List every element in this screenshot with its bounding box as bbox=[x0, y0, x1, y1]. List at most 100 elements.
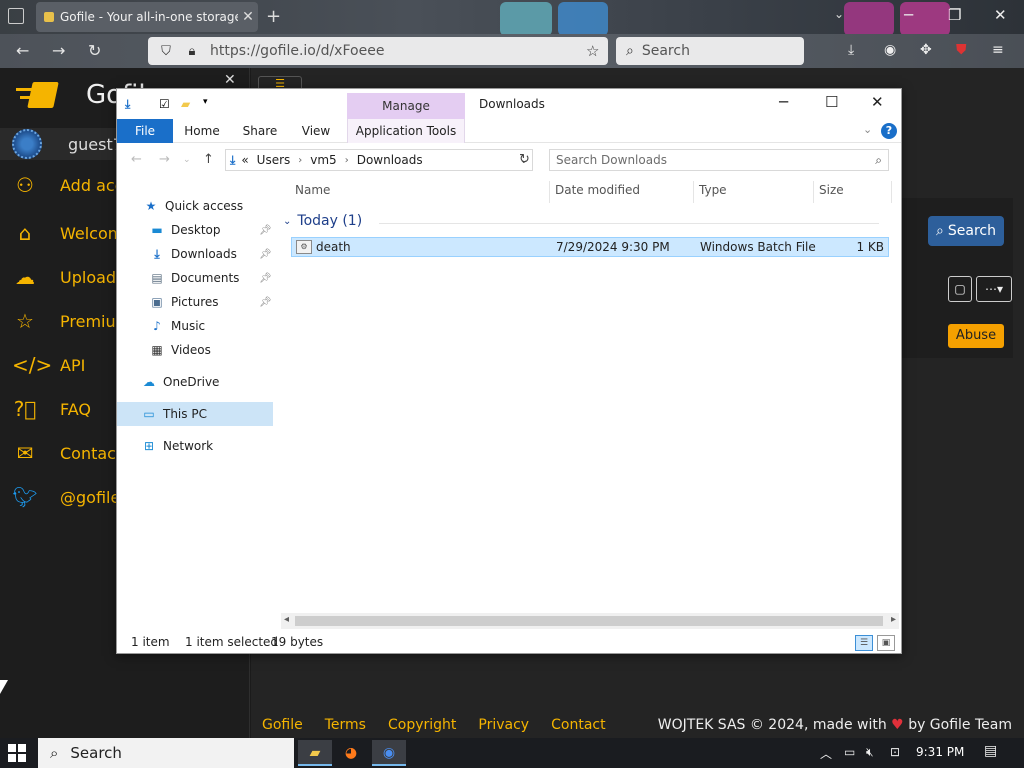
nav-item-documents[interactable]: ▤ Documents 📌︎ bbox=[149, 266, 275, 290]
file-group-today[interactable]: ⌄ Today (1) bbox=[283, 213, 879, 229]
manage-tab[interactable]: Manage bbox=[347, 93, 465, 119]
sidebar-item-faq[interactable]: ?⃝ FAQ bbox=[12, 396, 91, 422]
tab-share[interactable]: Share bbox=[237, 119, 283, 143]
url-text[interactable]: https://gofile.io/d/xFoeee bbox=[210, 43, 586, 59]
pin-icon[interactable]: 📌︎ bbox=[259, 225, 272, 236]
sidebar-item-welcome[interactable]: ⌂ Welcom bbox=[12, 220, 124, 246]
column-divider[interactable] bbox=[693, 181, 694, 203]
tab-view[interactable]: View bbox=[295, 119, 337, 143]
tray-chevron-up-icon[interactable]: ︿ bbox=[820, 745, 832, 762]
pin-icon[interactable]: 📌︎ bbox=[259, 273, 272, 284]
pin-icon[interactable]: 📌︎ bbox=[259, 297, 272, 308]
close-window-button[interactable]: ✕ bbox=[994, 6, 1007, 24]
hamburger-menu-icon[interactable]: ≡ bbox=[992, 42, 1004, 58]
recent-locations-chevron-icon[interactable]: ⌄ bbox=[183, 155, 191, 165]
footer-link-copyright[interactable]: Copyright bbox=[388, 717, 456, 733]
footer-link-gofile[interactable]: Gofile bbox=[262, 717, 303, 733]
properties-checkbox-icon[interactable]: ☑ bbox=[159, 97, 170, 111]
breadcrumb-downloads[interactable]: Downloads bbox=[357, 153, 423, 167]
nav-item-music[interactable]: ♪ Music bbox=[149, 314, 205, 338]
nav-item-quick-access[interactable]: ★ Quick access bbox=[143, 194, 244, 218]
scroll-left-arrow-icon[interactable]: ◂ bbox=[284, 614, 289, 625]
sidebar-item-twitter[interactable]: 🐦︎ @gofile bbox=[12, 484, 120, 510]
footer-link-contact[interactable]: Contact bbox=[551, 717, 605, 733]
gofile-search-button[interactable]: ⌕ Search bbox=[928, 216, 1004, 246]
sidebar-item-premium[interactable]: ☆ Premium bbox=[12, 308, 131, 334]
screen-tray-icon[interactable]: ⊡ bbox=[890, 745, 900, 759]
chevron-down-icon[interactable]: ⌄ bbox=[283, 216, 291, 227]
notifications-icon[interactable]: ▤ bbox=[984, 743, 997, 759]
nav-item-downloads[interactable]: ⤓ Downloads 📌︎ bbox=[149, 242, 275, 266]
tab-list-icon[interactable] bbox=[8, 8, 24, 24]
nav-item-onedrive[interactable]: ☁ OneDrive bbox=[141, 370, 219, 394]
lock-icon[interactable]: 🔒︎ bbox=[184, 44, 200, 59]
browser-tab-gofile[interactable]: Gofile - Your all-in-one storage ✕ bbox=[36, 2, 258, 32]
explorer-close-button[interactable]: ✕ bbox=[871, 93, 884, 111]
ribbon-expand-chevron-icon[interactable]: ⌄ bbox=[863, 123, 872, 136]
tab-file[interactable]: File bbox=[117, 119, 173, 143]
horizontal-scrollbar[interactable]: ◂ ▸ bbox=[281, 613, 899, 629]
nav-item-network[interactable]: ⊞ Network bbox=[141, 434, 213, 458]
tab-close-icon[interactable]: ✕ bbox=[238, 9, 258, 25]
column-divider[interactable] bbox=[891, 181, 892, 203]
nav-item-this-pc[interactable]: ▭ This PC bbox=[117, 402, 273, 426]
reload-icon[interactable]: ↻ bbox=[88, 41, 101, 60]
new-folder-icon[interactable]: ▰ bbox=[181, 97, 190, 111]
taskbar-search-box[interactable]: ⌕ Search bbox=[38, 738, 294, 768]
file-action-button[interactable]: ▢ bbox=[948, 276, 972, 302]
back-arrow-icon[interactable]: ← bbox=[16, 41, 29, 60]
table-row[interactable]: ⚙ death 7/29/2024 9:30 PM Windows Batch … bbox=[291, 237, 889, 257]
column-divider[interactable] bbox=[813, 181, 814, 203]
taskbar-clock[interactable]: 9:31 PM bbox=[916, 745, 964, 759]
file-explorer-taskbar-icon[interactable]: ▰ bbox=[298, 740, 332, 766]
extensions-icon[interactable]: ✥ bbox=[920, 42, 932, 58]
sidebar-item-contact[interactable]: ✉ Contact bbox=[12, 440, 123, 466]
sidebar-item-add-account[interactable]: ⚇ Add acc bbox=[12, 172, 123, 198]
nav-item-pictures[interactable]: ▣ Pictures 📌︎ bbox=[149, 290, 275, 314]
quick-access-dropdown-icon[interactable]: ▾ bbox=[203, 97, 208, 107]
column-divider[interactable] bbox=[549, 181, 550, 203]
url-bar[interactable]: ⛉ 🔒︎ https://gofile.io/d/xFoeee ☆ bbox=[148, 37, 608, 65]
column-header-type[interactable]: Type bbox=[699, 183, 727, 197]
details-view-icon[interactable]: ☰ bbox=[855, 635, 873, 651]
volume-muted-icon[interactable]: 🔇︎ bbox=[866, 745, 874, 760]
footer-link-privacy[interactable]: Privacy bbox=[478, 717, 529, 733]
firefox-taskbar-icon[interactable]: ◕ bbox=[334, 740, 368, 766]
explorer-minimize-button[interactable]: ─ bbox=[779, 93, 788, 111]
sidebar-item-upload[interactable]: ☁ Upload bbox=[12, 264, 116, 290]
more-options-button[interactable]: ⋯▾ bbox=[976, 276, 1012, 302]
sidebar-item-api[interactable]: </> API bbox=[12, 352, 85, 378]
breadcrumb-vm5[interactable]: vm5 bbox=[310, 153, 336, 167]
column-header-date-modified[interactable]: Date modified bbox=[555, 183, 640, 197]
new-tab-button[interactable]: + bbox=[266, 6, 281, 27]
pin-icon[interactable]: 📌︎ bbox=[259, 249, 272, 260]
shield-icon[interactable]: ⛉ bbox=[158, 44, 174, 59]
column-header-size[interactable]: Size bbox=[819, 183, 844, 197]
address-bar[interactable]: ⤓ « Users › vm5 › Downloads ⌄ bbox=[225, 149, 533, 171]
scroll-right-arrow-icon[interactable]: ▸ bbox=[891, 614, 896, 625]
breadcrumb-users[interactable]: Users bbox=[257, 153, 291, 167]
forward-arrow-icon[interactable]: → bbox=[52, 41, 65, 60]
back-arrow-icon[interactable]: ← bbox=[131, 152, 142, 167]
forward-arrow-icon[interactable]: → bbox=[159, 152, 170, 167]
account-icon[interactable]: ◉ bbox=[884, 42, 896, 58]
tab-home[interactable]: Home bbox=[179, 119, 225, 143]
refresh-icon[interactable]: ↻ bbox=[519, 152, 530, 167]
explorer-maximize-button[interactable]: ☐ bbox=[825, 93, 838, 111]
breadcrumb-overflow[interactable]: « bbox=[241, 153, 248, 167]
large-icons-view-icon[interactable]: ▣ bbox=[877, 635, 895, 651]
file-name[interactable]: death bbox=[316, 240, 351, 254]
footer-link-terms[interactable]: Terms bbox=[325, 717, 366, 733]
up-arrow-icon[interactable]: ↑ bbox=[203, 152, 214, 167]
downloads-icon[interactable]: ⤓ bbox=[848, 42, 854, 58]
restore-button[interactable]: ❐ bbox=[948, 6, 961, 24]
bookmark-star-icon[interactable]: ☆ bbox=[586, 42, 608, 60]
tab-application-tools[interactable]: Application Tools bbox=[347, 119, 465, 143]
close-icon[interactable]: ✕ bbox=[224, 72, 236, 88]
chrome-taskbar-icon[interactable]: ◉ bbox=[372, 740, 406, 766]
network-tray-icon[interactable]: ▭ bbox=[844, 745, 855, 759]
nav-item-desktop[interactable]: ▬ Desktop 📌︎ bbox=[149, 218, 275, 242]
chevron-right-icon[interactable]: › bbox=[298, 155, 302, 166]
ublock-icon[interactable]: ⛊ bbox=[956, 42, 967, 58]
minimize-button[interactable]: ─ bbox=[904, 6, 913, 24]
